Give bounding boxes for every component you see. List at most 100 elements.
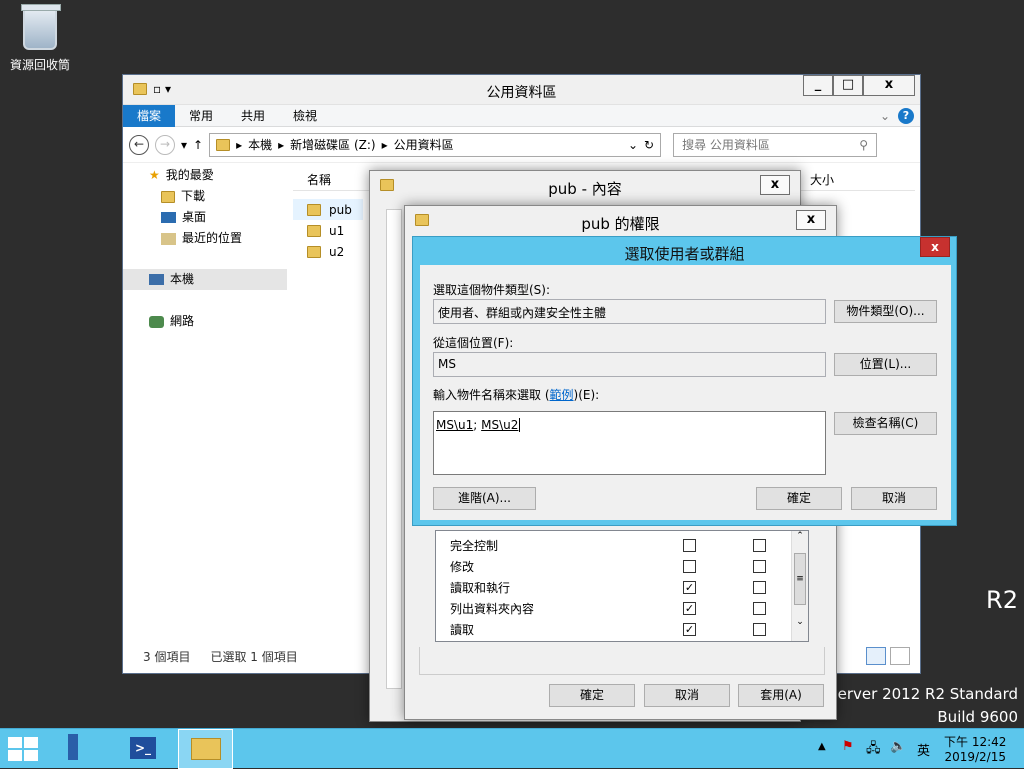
nav-network[interactable]: 網路 (123, 311, 289, 332)
allow-checkbox[interactable] (683, 560, 696, 573)
tab-view[interactable]: 檢視 (279, 105, 331, 127)
nav-desktop[interactable]: 桌面 (123, 207, 289, 228)
forward-button[interactable]: → (155, 134, 175, 155)
server-manager-icon[interactable] (62, 732, 98, 767)
deny-checkbox[interactable] (753, 623, 766, 636)
nav-this-pc[interactable]: 本機 (123, 269, 287, 290)
network-icon (149, 315, 164, 328)
search-icon: ⚲ (859, 137, 869, 152)
tab-home[interactable]: 常用 (175, 105, 227, 127)
maximize-button[interactable]: □ (833, 75, 863, 96)
ok-button[interactable]: 確定 (756, 487, 842, 510)
breadcrumb-item[interactable]: 公用資料區 (394, 136, 454, 153)
deny-checkbox[interactable] (753, 602, 766, 615)
back-button[interactable]: ← (129, 134, 149, 155)
recent-places-icon (161, 232, 176, 245)
os-watermark-build: Build 9600 (937, 708, 1018, 726)
help-icon[interactable]: ? (898, 107, 914, 124)
recent-locations-icon[interactable]: ▾ (181, 138, 187, 152)
examples-link[interactable]: 範例 (550, 388, 574, 402)
scroll-down-icon[interactable]: ⌄ (792, 617, 808, 627)
item-count: 3 個項目 (143, 649, 191, 664)
star-icon: ★ (149, 168, 160, 182)
file-name: pub (329, 202, 352, 217)
object-types-button[interactable]: 物件類型(O)... (834, 300, 937, 323)
os-watermark-r2: R2 (986, 586, 1018, 614)
folder-icon (307, 224, 321, 237)
refresh-icon[interactable]: ↻ (644, 138, 654, 152)
permission-label: 列出資料夾內容 (450, 602, 535, 616)
tab-panel-edge (386, 209, 402, 689)
object-names-input[interactable]: MS\u1; MS\u2 (433, 411, 826, 475)
scrollbar-thumb[interactable]: ≡ (794, 553, 806, 605)
label-text: 輸入物件名稱來選取 ( (433, 388, 550, 402)
cancel-button[interactable]: 取消 (851, 487, 937, 510)
address-bar[interactable]: ▸ 本機 ▸ 新增磁碟區 (Z:) ▸ 公用資料區 ⌄ ↻ (209, 132, 662, 157)
close-button[interactable]: x (796, 210, 826, 230)
windows-logo-icon (24, 750, 38, 761)
cancel-button[interactable]: 取消 (644, 684, 730, 707)
permission-row: 讀取 ✓ (436, 619, 808, 640)
list-item[interactable]: pub (293, 199, 363, 220)
nav-label: 下載 (181, 189, 206, 203)
chevron-right-icon: ▸ (236, 137, 243, 152)
allow-checkbox[interactable]: ✓ (683, 623, 696, 636)
nav-downloads[interactable]: 下載 (123, 186, 289, 207)
status-bar: 3 個項目 已選取 1 個項目 (123, 645, 298, 667)
name-entry: MS\u2 (481, 418, 519, 432)
show-hidden-icons[interactable]: ▲ (818, 741, 826, 752)
apply-button[interactable]: 套用(A) (738, 684, 824, 707)
object-names-label: 輸入物件名稱來選取 (範例)(E): (433, 386, 599, 403)
close-button[interactable]: x (920, 237, 950, 257)
allow-checkbox[interactable]: ✓ (683, 581, 696, 594)
minimize-button[interactable]: _ (803, 75, 833, 96)
powershell-icon[interactable]: >_ (126, 732, 162, 767)
ribbon-expand-icon[interactable]: ⌄ (880, 109, 890, 123)
folder-icon (307, 203, 321, 216)
scrollbar[interactable]: ⌃ ≡ ⌄ (791, 531, 808, 641)
folder-icon (161, 190, 175, 203)
large-icons-view-icon[interactable] (890, 647, 910, 665)
permission-row: 完全控制 (436, 535, 808, 556)
start-button[interactable] (8, 737, 38, 761)
details-view-icon[interactable] (866, 647, 886, 665)
recycle-bin-label: 資源回收筒 (9, 58, 70, 72)
recycle-bin[interactable]: 資源回收筒 (6, 4, 74, 73)
action-center-icon[interactable]: ⚑ (842, 739, 854, 754)
ribbon-tabs: 檔案 常用 共用 檢視 ⌄ ? (123, 104, 920, 127)
nav-recent[interactable]: 最近的位置 (123, 228, 289, 249)
deny-checkbox[interactable] (753, 581, 766, 594)
breadcrumb-item[interactable]: 新增磁碟區 (Z:) (290, 136, 375, 153)
chevron-right-icon: ▸ (381, 137, 388, 152)
breadcrumb-item[interactable]: 本機 (248, 136, 272, 153)
nav-label: 桌面 (182, 210, 207, 224)
object-type-field: 使用者、群組或內建安全性主體 (433, 299, 826, 324)
search-input[interactable]: 搜尋 公用資料區 ⚲ (673, 132, 878, 157)
chevron-down-icon[interactable]: ⌄ (628, 138, 638, 152)
advanced-button[interactable]: 進階(A)... (433, 487, 536, 510)
network-icon[interactable]: 🖧 (866, 739, 881, 761)
ok-button[interactable]: 確定 (549, 684, 635, 707)
permission-label: 修改 (450, 560, 475, 574)
close-button[interactable]: x (760, 175, 790, 195)
clock[interactable]: 下午 12:42 2019/2/15 (944, 733, 1006, 764)
tab-file[interactable]: 檔案 (123, 104, 176, 127)
deny-checkbox[interactable] (753, 539, 766, 552)
close-button[interactable]: x (863, 75, 915, 96)
tab-share[interactable]: 共用 (227, 105, 279, 127)
computer-icon (149, 274, 164, 285)
file-explorer-taskbar-icon[interactable] (178, 729, 233, 769)
label-text: )(E): (573, 388, 600, 402)
up-button[interactable]: ↑ (193, 138, 203, 152)
nav-label: 最近的位置 (182, 231, 243, 245)
locations-button[interactable]: 位置(L)... (834, 353, 937, 376)
allow-checkbox[interactable] (683, 539, 696, 552)
volume-icon[interactable]: 🔈 (890, 739, 906, 754)
nav-label: 網路 (170, 314, 195, 328)
allow-checkbox[interactable]: ✓ (683, 602, 696, 615)
nav-favorites[interactable]: ★ 我的最愛 (123, 165, 289, 186)
check-names-button[interactable]: 檢查名稱(C) (834, 412, 937, 435)
ime-indicator[interactable]: 英 (917, 740, 930, 759)
scroll-up-icon[interactable]: ⌃ (792, 531, 808, 541)
deny-checkbox[interactable] (753, 560, 766, 573)
